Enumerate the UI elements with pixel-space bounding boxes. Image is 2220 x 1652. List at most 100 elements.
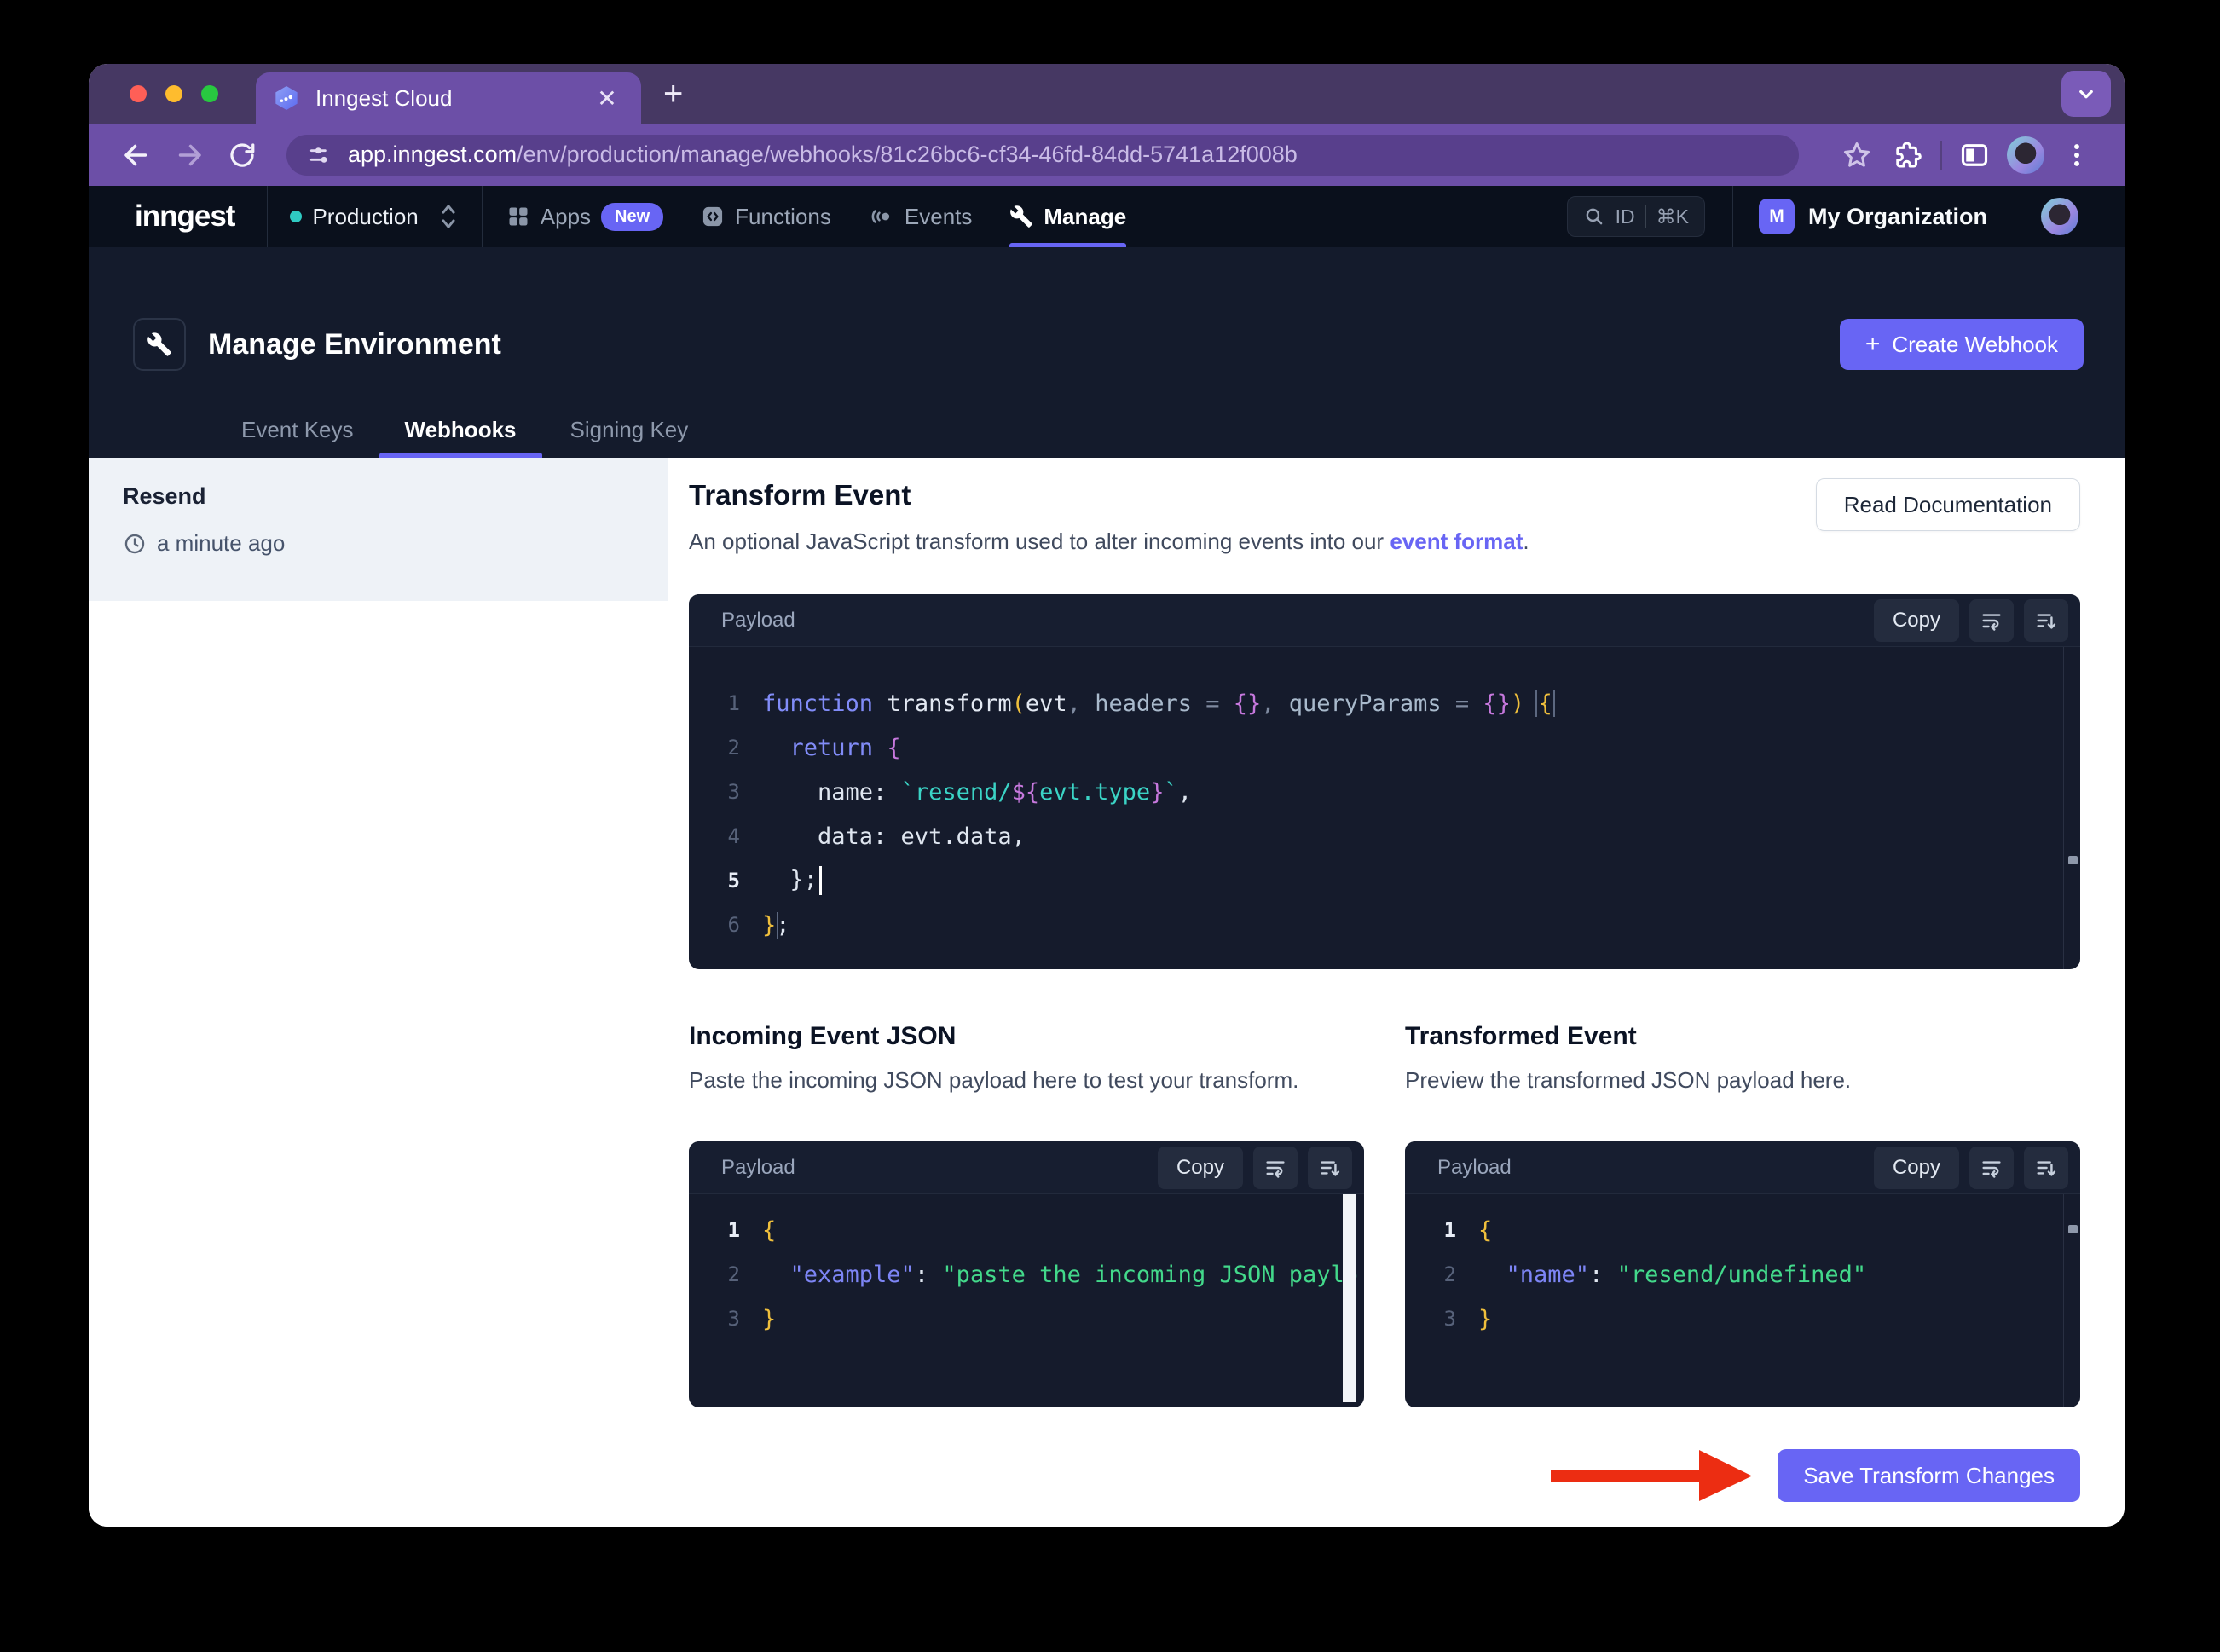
editor-header: Payload Copy [689,1141,1364,1194]
editor-scrollbar[interactable] [1343,1194,1356,1402]
new-tab-button[interactable]: + [663,75,683,113]
close-window-button[interactable] [130,85,147,102]
format-code-button[interactable] [1308,1146,1352,1189]
tab-event-keys[interactable]: Event Keys [216,401,379,458]
new-badge: New [601,202,664,231]
transformed-event-editor[interactable]: Payload Copy 1 {2 "name": "resend/undef… [1405,1141,2080,1407]
transform-code-editor[interactable]: Payload Copy 1 function transform(evt, he… [689,594,2080,969]
tab-webhooks[interactable]: Webhooks [379,401,542,458]
word-wrap-button[interactable] [1969,598,2014,642]
browser-toolbar: app.inngest.com/env/production/manage/we… [89,124,2125,186]
environment-status-dot [290,211,303,222]
incoming-json-editor[interactable]: Payload Copy 1 {2 "example": "paste the… [689,1141,1364,1407]
section-title: Transform Event [689,479,911,511]
nav-item-manage[interactable]: Manage [1009,186,1127,247]
forward-arrow-icon [178,144,201,165]
nav-item-apps[interactable]: Apps New [506,202,664,231]
tab-title: Inngest Cloud [315,84,453,111]
minimize-window-button[interactable] [165,85,182,102]
search-divider [1645,205,1646,228]
code-line-content: { [762,1216,777,1244]
search-button[interactable]: ID ⌘K [1566,196,1705,237]
url-domain: app.inngest.com [348,142,517,167]
apps-grid-icon [509,207,528,226]
browser-tab[interactable]: Inngest Cloud ✕ [256,72,641,124]
webhook-list-item[interactable]: Resend a minute ago [89,458,668,601]
code-line-content: } [762,1305,777,1332]
line-number: 2 [727,1262,740,1286]
editor-scrollbar[interactable] [2063,1194,2080,1407]
org-switcher[interactable]: M My Organization [1758,199,1987,234]
read-documentation-button[interactable]: Read Documentation [1815,478,2080,531]
navbar-divider [1731,186,1733,247]
forward-button[interactable] [171,136,208,174]
code-area[interactable]: 1{2 "name": "resend/undefined" 3} [1405,1194,2080,1341]
code-line-content: function transform(evt, headers = {}, qu… [762,690,1555,717]
word-wrap-button[interactable] [1253,1146,1298,1189]
three-dots-icon [2074,143,2079,166]
tab-signing-key[interactable]: Signing Key [545,401,714,458]
line-number: 1 [727,691,740,715]
bookmark-button[interactable] [1838,136,1876,174]
inngest-app: inngest Production Apps New Functions Ev… [89,186,2125,1527]
tab-list-button[interactable] [2061,71,2111,117]
save-transform-changes-button[interactable]: Save Transform Changes [1778,1449,2080,1502]
code-line: 3 name: `resend/${evt.type}`, [689,770,2080,814]
format-code-button[interactable] [2024,598,2068,642]
code-area[interactable]: 1 function transform(evt, headers = {}, q… [689,647,2080,947]
events-icon [871,210,889,223]
inngest-favicon-icon [275,86,298,110]
browser-tab-strip: Inngest Cloud ✕ + [89,64,2125,124]
copy-button[interactable]: Copy [1157,1146,1243,1189]
org-avatar: M [1758,199,1795,234]
scrollbar-thumb[interactable] [2068,856,2078,864]
code-line: 4 data: evt.data, [689,814,2080,858]
webhooks-sidebar: Resend a minute ago [89,458,668,1527]
code-line-content: }; [762,911,790,939]
url-path: /env/production/manage/webhooks/81c26bc6… [517,142,1298,167]
side-panel-button[interactable] [1956,136,1993,174]
toolbar-divider [1940,140,1942,170]
sort-down-icon [1321,1160,1340,1176]
incoming-json-title: Incoming Event JSON [689,1022,957,1050]
extensions-button[interactable] [1889,136,1927,174]
nav-item-functions-label: Functions [735,203,831,229]
user-avatar[interactable] [2041,198,2078,235]
line-number: 3 [1443,1307,1456,1331]
event-format-link[interactable]: event format [1390,529,1523,554]
sort-down-icon [2037,1160,2056,1176]
chevron-down-icon [2079,90,2093,99]
nav-item-apps-label: Apps [540,203,592,229]
reload-button[interactable] [223,136,261,174]
zoom-window-button[interactable] [201,85,218,102]
editor-scrollbar[interactable] [2063,647,2080,969]
inngest-logo[interactable]: inngest [135,199,235,234]
nav-item-events[interactable]: Events [869,204,972,230]
back-button[interactable] [118,136,155,174]
page-header: Manage Environment + Create Webhook Even… [89,247,2125,458]
environment-selector[interactable]: Production [290,202,459,231]
create-webhook-label: Create Webhook [1892,331,2058,357]
browser-menu-button[interactable] [2058,136,2096,174]
code-line: 5 }; [689,858,2080,903]
code-line: 3} [689,1297,1364,1341]
browser-profile-avatar[interactable] [2007,136,2044,174]
format-code-button[interactable] [2024,1146,2068,1189]
word-wrap-button[interactable] [1969,1146,2014,1189]
puzzle-icon [1896,141,1922,167]
copy-button[interactable]: Copy [1873,598,1959,642]
code-area[interactable]: 1{2 "example": "paste the incoming JSON … [689,1194,1364,1341]
active-nav-underline [1009,243,1127,247]
copy-button[interactable]: Copy [1873,1146,1959,1189]
address-bar[interactable]: app.inngest.com/env/production/manage/we… [286,134,1799,176]
scrollbar-thumb[interactable] [2068,1225,2078,1233]
nav-item-functions[interactable]: Functions [701,204,831,230]
wrench-icon [147,332,171,356]
tab-close-icon[interactable]: ✕ [590,84,624,113]
create-webhook-button[interactable]: + Create Webhook [1839,319,2084,370]
reload-icon [230,142,255,167]
line-number: 1 [727,1218,740,1242]
line-number: 5 [727,869,740,892]
line-number: 2 [727,736,740,760]
search-icon [1586,208,1602,225]
